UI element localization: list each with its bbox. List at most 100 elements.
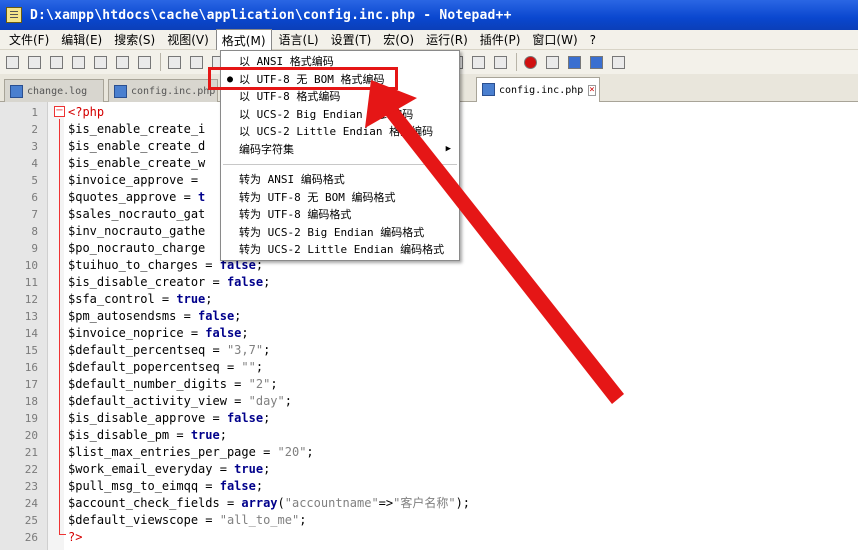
convert-menu-item-0[interactable]: 转为 ANSI 编码格式 [221, 171, 459, 189]
tab-config-inc-php-1[interactable]: config.inc.php [108, 79, 218, 102]
code-token: "客户名称" [393, 496, 456, 510]
code-token: $list_max_entries_per_page = [68, 445, 278, 459]
code-line[interactable]: 13 $pm_autosendsms = false; [0, 308, 858, 325]
menu-8[interactable]: 运行(R) [421, 29, 473, 50]
tab-close-icon[interactable]: × [588, 84, 596, 96]
code-token: $is_disable_creator = [68, 275, 227, 289]
code-line[interactable]: 19 $is_disable_approve = false; [0, 410, 858, 427]
save-icon[interactable] [48, 54, 65, 71]
code-text: $inv_nocrauto_gathe [68, 223, 205, 240]
code-token: array [241, 496, 278, 510]
convert-menu-item-2[interactable]: 转为 UTF-8 编码格式 [221, 206, 459, 224]
encoding-menu-item-5[interactable]: 编码字符集 ▶ [221, 141, 459, 159]
code-line[interactable]: 25 $default_viewscope = "all_to_me"; [0, 512, 858, 529]
encoding-menu-item-3[interactable]: 以 UCS-2 Big Endian 格式编码 [221, 106, 459, 124]
encoding-menu-item-4[interactable]: 以 UCS-2 Little Endian 格式编码 [221, 123, 459, 141]
menu-3[interactable]: 视图(V) [162, 29, 214, 50]
menu-5[interactable]: 语言(L) [274, 29, 324, 50]
line-number: 11 [24, 276, 38, 289]
code-text: $pull_msg_to_eimqq = false; [68, 478, 263, 495]
tab-config-inc-php-active[interactable]: config.inc.php × [476, 77, 600, 102]
code-text: $invoice_approve = [68, 172, 205, 189]
line-number: 17 [24, 378, 38, 391]
show-all-icon-glyph [472, 55, 485, 69]
convert-menu-item-4[interactable]: 转为 UCS-2 Little Endian 编码格式 [221, 241, 459, 259]
code-line[interactable]: 18 $default_activity_view = "day"; [0, 393, 858, 410]
code-text: $invoice_noprice = false; [68, 325, 249, 342]
cut-icon-glyph [168, 55, 181, 69]
save-icon-glyph [50, 55, 63, 69]
code-token: false [198, 309, 235, 323]
line-number: 6 [31, 191, 38, 204]
close-icon[interactable] [92, 54, 109, 71]
code-line[interactable]: 26 ?> [0, 529, 858, 546]
play-multi-icon[interactable] [588, 54, 605, 71]
code-text: $default_viewscope = "all_to_me"; [68, 512, 306, 529]
code-line[interactable]: 20 $is_disable_pm = true; [0, 427, 858, 444]
indent-guide-icon[interactable] [492, 54, 509, 71]
code-token: ; [263, 343, 271, 357]
code-line[interactable]: 16 $default_popercentseq = ""; [0, 359, 858, 376]
code-line[interactable]: 23 $pull_msg_to_eimqq = false; [0, 478, 858, 495]
code-token: true [234, 462, 264, 476]
cut-icon[interactable] [166, 54, 183, 71]
code-line[interactable]: 15 $default_percentseq = "3,7"; [0, 342, 858, 359]
copy-icon-glyph [190, 55, 203, 69]
copy-icon[interactable] [188, 54, 205, 71]
tab-change-log[interactable]: change.log [4, 79, 104, 102]
code-token: ?> [68, 530, 83, 544]
code-text: $sfa_control = true; [68, 291, 213, 308]
close-all-icon[interactable] [114, 54, 131, 71]
code-line[interactable]: 17 $default_number_digits = "2"; [0, 376, 858, 393]
line-number: 7 [31, 208, 38, 221]
show-all-icon[interactable] [470, 54, 487, 71]
code-token: false [205, 326, 242, 340]
save-macro-icon[interactable] [610, 54, 627, 71]
title-bar: D:\xampp\htdocs\cache\application\config… [0, 0, 858, 30]
encoding-menu-item-2[interactable]: 以 UTF-8 格式编码 [221, 88, 459, 106]
code-line[interactable]: 12 $sfa_control = true; [0, 291, 858, 308]
code-line[interactable]: 24 $account_check_fields = array("account… [0, 495, 858, 512]
menu-2[interactable]: 搜索(S) [109, 29, 160, 50]
menu-1[interactable]: 编辑(E) [56, 29, 107, 50]
line-number: 14 [24, 327, 38, 340]
new-file-icon[interactable] [4, 54, 21, 71]
code-text: $list_max_entries_per_page = "20"; [68, 444, 314, 461]
code-line[interactable]: 21 $list_max_entries_per_page = "20"; [0, 444, 858, 461]
menu-7[interactable]: 宏(O) [378, 29, 419, 50]
code-token: $invoice_noprice = [68, 326, 206, 340]
code-line[interactable]: 14 $invoice_noprice = false; [0, 325, 858, 342]
convert-menu-item-3[interactable]: 转为 UCS-2 Big Endian 编码格式 [221, 224, 459, 242]
code-token: ; [241, 326, 249, 340]
save-all-icon[interactable] [70, 54, 87, 71]
menu-6[interactable]: 设置(T) [326, 29, 377, 50]
convert-menu-item-1[interactable]: 转为 UTF-8 无 BOM 编码格式 [221, 189, 459, 207]
code-line[interactable]: 22 $work_email_everyday = true; [0, 461, 858, 478]
play-icon[interactable] [566, 54, 583, 71]
code-line[interactable]: 11 $is_disable_creator = false; [0, 274, 858, 291]
code-token: $sales_nocrauto_gat [68, 207, 206, 221]
toolbar-separator [516, 53, 517, 71]
menu-bar: 文件(F) 编辑(E) 搜索(S) 视图(V) 格式(M) 语言(L) 设置(T) 宏(O) 运… [0, 28, 858, 51]
window-title: D:\xampp\htdocs\cache\application\config… [30, 7, 512, 23]
stop-icon-glyph [546, 55, 559, 69]
play-multi-icon-glyph [590, 55, 603, 69]
menu-item-label: 以 UCS-2 Big Endian 格式编码 [239, 107, 414, 121]
record-icon[interactable] [522, 54, 539, 71]
menu-9[interactable]: 插件(P) [475, 29, 526, 50]
code-token: "2" [248, 377, 271, 391]
code-text: $po_nocrauto_charge [68, 240, 205, 257]
file-icon [10, 85, 23, 98]
code-token: $tuihuo_to_charges = [68, 258, 220, 272]
code-text: $is_enable_create_d [68, 138, 205, 155]
open-file-icon[interactable] [26, 54, 43, 71]
code-token: ; [263, 411, 271, 425]
menu-10[interactable]: 窗口(W) [527, 29, 582, 50]
menu-0[interactable]: 文件(F) [4, 29, 54, 50]
menu-4[interactable]: 格式(M) [215, 28, 272, 51]
menu-11[interactable]: ? [585, 31, 601, 49]
code-token: $sfa_control = [68, 292, 177, 306]
print-icon[interactable] [136, 54, 153, 71]
stop-icon[interactable] [544, 54, 561, 71]
toolbar-separator [160, 53, 161, 71]
